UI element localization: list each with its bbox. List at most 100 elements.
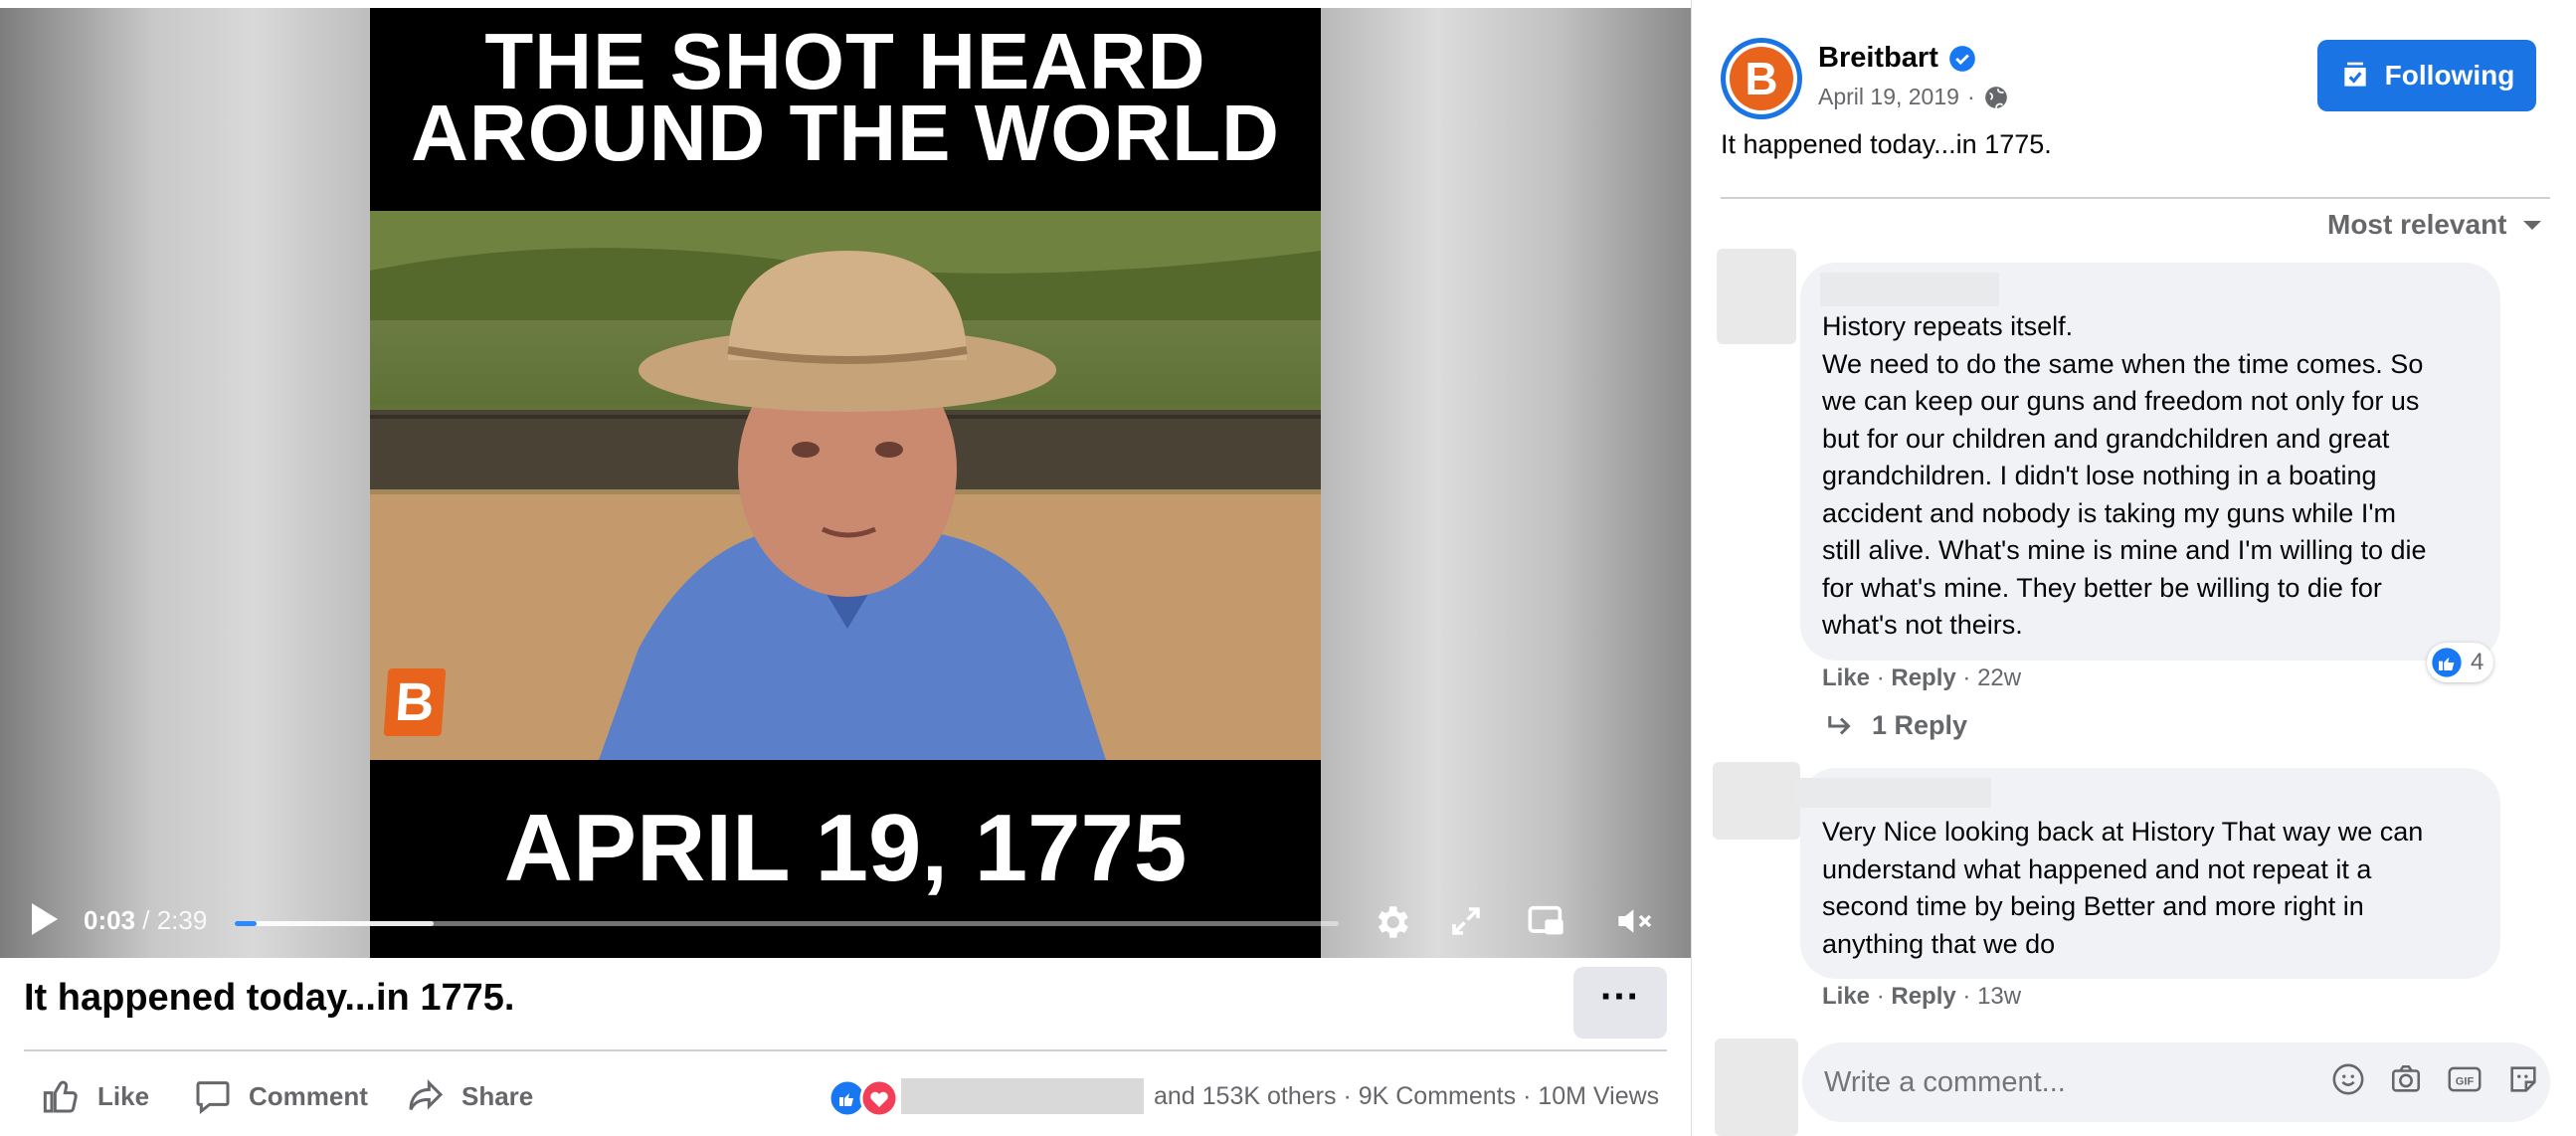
video-frame: THE SHOT HEARD AROUND THE WORLD B APRIL … (370, 8, 1321, 958)
comment-bubble-icon (196, 1081, 230, 1115)
duration: 2:39 (156, 905, 208, 935)
verified-badge-icon (1949, 45, 1975, 72)
sort-label: Most relevant (2327, 209, 2507, 240)
more-options-button[interactable]: ··· (1573, 967, 1667, 1039)
views-count: 10M Views (1538, 1082, 1660, 1110)
comment-line: anything that we do (1822, 928, 2056, 959)
comment-age[interactable]: 13w (1977, 983, 2021, 1010)
page-avatar[interactable]: B (1721, 38, 1802, 119)
comment-input[interactable] (1822, 1058, 2303, 1106)
camera-icon[interactable] (2389, 1062, 2423, 1096)
comment-reaction-count[interactable]: 4 (2427, 643, 2494, 682)
mute-button[interactable] (1613, 901, 1657, 946)
sort-comments-dropdown[interactable]: Most relevant (2327, 209, 2543, 241)
following-button[interactable]: Following (2317, 40, 2536, 111)
progress-buffered (235, 921, 434, 926)
post-meta: April 19, 2019 · (1818, 84, 2009, 110)
commenter-avatar[interactable] (1713, 762, 1800, 840)
play-icon (32, 903, 58, 935)
following-check-icon (2344, 62, 2366, 87)
like-love-reactions-icon (828, 1078, 899, 1118)
commenter-avatar[interactable] (1717, 249, 1796, 344)
gear-icon (1378, 906, 1408, 938)
comment-text: Very Nice looking back at History That w… (1822, 814, 2488, 963)
composer-tools: GIF (2331, 1062, 2540, 1096)
comment-line: second time by being Better and more rig… (1822, 891, 2364, 921)
progress-played (235, 921, 258, 926)
view-replies-link[interactable]: 1 Reply (1826, 710, 1967, 741)
post-title: It happened today...in 1775. (24, 977, 515, 1019)
divider (24, 1049, 1667, 1051)
comment-actions: Like · Reply · 13w (1822, 983, 2022, 1010)
comment-line: still alive. What's mine is mine and I'm… (1822, 535, 2427, 565)
page-name[interactable]: Breitbart (1818, 42, 1976, 75)
reaction-count: 4 (2471, 649, 2484, 675)
expand-icon (1452, 907, 1480, 935)
redacted-names (901, 1078, 1144, 1114)
gif-icon[interactable]: GIF (2447, 1062, 2483, 1096)
separator: · (1343, 1082, 1352, 1110)
comment-like-link[interactable]: Like (1822, 664, 1870, 691)
video-title-line1: THE SHOT HEARD (484, 17, 1206, 105)
divider (1721, 197, 2550, 199)
like-reaction-icon (2432, 648, 2462, 677)
video-title-line2: AROUND THE WORLD (411, 89, 1280, 177)
reactions-text: and 153K others (1154, 1082, 1337, 1110)
post-caption: It happened today...in 1775. (1721, 129, 2052, 159)
comment-reply-link[interactable]: Reply (1891, 983, 1955, 1010)
video-date-caption: APRIL 19, 1775 (503, 795, 1188, 901)
settings-button[interactable] (1371, 901, 1412, 948)
separator: · (1523, 1082, 1532, 1110)
thumbs-up-icon (43, 1080, 78, 1113)
current-user-avatar[interactable] (1715, 1039, 1798, 1136)
comment-reply-link[interactable]: Reply (1891, 664, 1955, 691)
reply-arrow-icon (1828, 715, 1851, 735)
like-button[interactable]: Like (42, 1076, 149, 1116)
comments-count[interactable]: 9K Comments (1359, 1082, 1516, 1110)
video-player[interactable]: THE SHOT HEARD AROUND THE WORLD B APRIL … (0, 8, 1691, 958)
video-title-overlay: THE SHOT HEARD AROUND THE WORLD (370, 17, 1321, 177)
reaction-summary[interactable]: and 153K others · 9K Comments · 10M View… (1154, 1082, 1659, 1111)
share-arrow-icon (409, 1079, 444, 1111)
comment-line: we can keep our guns and freedom not onl… (1822, 386, 2420, 416)
comment-line: History repeats itself. (1822, 311, 2074, 341)
comment-actions: Like · Reply · 22w (1822, 664, 2022, 691)
globe-icon (1984, 86, 2007, 108)
breitbart-watermark-logo: B (383, 668, 447, 736)
comment-text: History repeats itself. We need to do th… (1822, 308, 2488, 645)
comment-line: accident and nobody is taking my guns wh… (1822, 497, 2396, 528)
page-name-label: Breitbart (1818, 42, 1938, 74)
comment-line: grandchildren. I didn't lose nothing in … (1822, 461, 2377, 490)
share-label: Share (461, 1080, 534, 1111)
sticker-icon[interactable] (2506, 1062, 2540, 1096)
caret-down-icon (2522, 221, 2541, 230)
emoji-icon[interactable] (2331, 1062, 2365, 1096)
comment-line: for what's mine. They better be willing … (1822, 572, 2382, 603)
share-button[interactable]: Share (406, 1076, 533, 1116)
play-button[interactable] (26, 899, 62, 944)
fullscreen-button[interactable] (1448, 903, 1484, 944)
comment-like-link[interactable]: Like (1822, 983, 1870, 1010)
redacted-commenter-name[interactable] (1796, 778, 1991, 808)
comment-line: We need to do the same when the time com… (1822, 348, 2424, 379)
comment-line: understand what happened and not repeat … (1822, 853, 2372, 884)
redacted-commenter-name[interactable] (1820, 273, 1999, 306)
separator: · (1966, 84, 1975, 109)
current-time: 0:03 (84, 905, 136, 935)
muted-speaker-icon (1618, 909, 1652, 933)
cowboy-illustration (370, 211, 1321, 760)
video-scene: B (370, 211, 1321, 760)
like-label: Like (97, 1080, 150, 1111)
comment-line: what's not theirs. (1822, 610, 2023, 640)
picture-in-picture-button[interactable] (1526, 901, 1567, 946)
post-date[interactable]: April 19, 2019 (1818, 84, 1959, 110)
reaction-icons[interactable] (828, 1078, 899, 1123)
following-label: Following (2384, 60, 2515, 91)
comment-button[interactable]: Comment (193, 1076, 368, 1116)
svg-text:GIF: GIF (2456, 1076, 2475, 1088)
comment-label: Comment (249, 1080, 368, 1111)
time-separator: / (135, 905, 157, 935)
video-time: 0:03 / 2:39 (84, 905, 207, 936)
progress-bar[interactable] (235, 921, 1339, 926)
comment-age[interactable]: 22w (1977, 664, 2021, 691)
